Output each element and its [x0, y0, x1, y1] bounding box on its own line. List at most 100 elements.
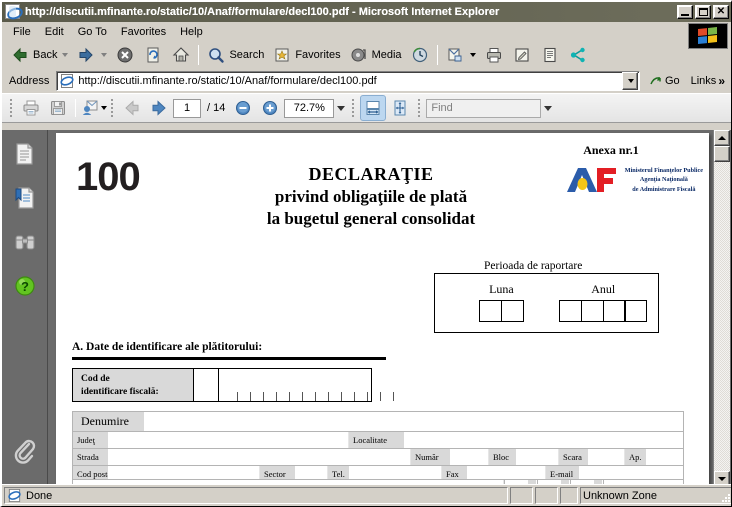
messenger-button[interactable] — [564, 44, 592, 66]
forward-arrow-icon — [76, 45, 96, 65]
ie-window: http://discutii.mfinante.ro/static/10/An… — [0, 0, 732, 507]
form-number: 100 — [76, 155, 141, 199]
address-field[interactable] — [56, 71, 640, 91]
edit-button[interactable] — [508, 44, 536, 66]
address-input[interactable] — [78, 75, 622, 87]
go-button[interactable]: Go — [643, 74, 685, 89]
links-chevron-icon[interactable]: » — [718, 74, 725, 88]
home-button[interactable] — [167, 44, 195, 66]
help-tab[interactable]: ? — [12, 274, 38, 300]
scrollbar-track[interactable] — [714, 146, 730, 471]
vertical-scrollbar[interactable] — [713, 130, 730, 487]
anaf-logo: Ministerul Finanţelor Publice Agenţia Na… — [566, 165, 703, 195]
pdf-save-button[interactable] — [45, 95, 71, 121]
pdf-email-button[interactable] — [80, 95, 107, 121]
resize-grip[interactable] — [718, 490, 730, 502]
month-cell[interactable] — [500, 300, 524, 322]
year-cell[interactable] — [602, 300, 626, 322]
security-zone-pane[interactable]: Unknown Zone — [580, 487, 731, 504]
menu-edit[interactable]: Edit — [38, 24, 71, 40]
svg-text:?: ? — [21, 279, 29, 294]
pdf-find-dropdown-button[interactable] — [542, 99, 554, 118]
cif-label-line-2: identificare fiscală: — [81, 386, 159, 397]
cif-field[interactable]: Cod de identificare fiscală: — [72, 368, 394, 402]
menu-help[interactable]: Help — [173, 24, 210, 40]
maximize-button[interactable] — [695, 5, 711, 19]
pdf-previous-page-button[interactable] — [119, 95, 145, 121]
attachments-tab[interactable] — [12, 439, 38, 465]
discuss-page-icon — [540, 45, 560, 65]
back-button[interactable]: Back — [6, 44, 72, 66]
toolbar-grip-3[interactable] — [351, 98, 356, 118]
cif-label: Cod de identificare fiscală: — [73, 369, 193, 401]
pdf-page-area[interactable]: 100 DECLARAŢIE privind obligaţiile de pl… — [48, 130, 731, 487]
forward-button[interactable] — [72, 44, 111, 66]
year-cell[interactable] — [559, 300, 582, 322]
judet-input[interactable] — [109, 432, 349, 448]
forward-dropdown-icon[interactable] — [101, 53, 108, 57]
numar-input[interactable] — [451, 449, 489, 465]
media-button[interactable]: Media — [345, 44, 406, 66]
favorites-button[interactable]: Favorites — [268, 44, 344, 66]
pdf-email-dropdown-icon[interactable] — [100, 106, 107, 110]
pdf-find-input[interactable]: Find — [426, 98, 542, 118]
bookmarks-tab[interactable] — [12, 186, 38, 212]
refresh-button[interactable] — [139, 44, 167, 66]
month-cells[interactable] — [479, 300, 524, 322]
green-question-help-icon: ? — [14, 275, 36, 300]
year-cells[interactable] — [559, 300, 648, 322]
back-dropdown-icon[interactable] — [62, 53, 69, 57]
media-icon — [349, 45, 369, 65]
bloc-input[interactable] — [517, 449, 559, 465]
address-dropdown-button[interactable] — [621, 72, 638, 90]
menu-favorites[interactable]: Favorites — [114, 24, 173, 40]
localitate-input[interactable] — [405, 432, 683, 448]
search-tab[interactable] — [12, 230, 38, 256]
mail-dropdown-icon[interactable] — [469, 53, 476, 57]
year-cell[interactable] — [580, 300, 604, 322]
cif-prefix-input[interactable] — [193, 369, 219, 401]
year-cell[interactable] — [624, 300, 648, 322]
scroll-up-button[interactable] — [714, 130, 730, 146]
scrollbar-thumb[interactable] — [714, 146, 730, 162]
month-cell[interactable] — [479, 300, 502, 322]
pdf-fit-width-button[interactable] — [360, 95, 387, 121]
search-button[interactable]: Search — [202, 44, 268, 66]
pdf-print-button[interactable] — [18, 95, 44, 121]
pdf-zoom-in-button[interactable] — [257, 95, 283, 121]
pdf-zoom-dropdown-button[interactable] — [335, 99, 347, 118]
pdf-zoom-out-button[interactable] — [230, 95, 256, 121]
pdf-page-total: / 14 — [207, 102, 226, 114]
cif-digits-input[interactable] — [219, 369, 394, 401]
toolbar-grip[interactable] — [9, 98, 14, 118]
home-icon — [171, 45, 191, 65]
title-bar: http://discutii.mfinante.ro/static/10/An… — [2, 2, 731, 22]
pages-tab[interactable] — [12, 142, 38, 168]
menu-go-to[interactable]: Go To — [71, 24, 114, 40]
pdf-viewer: ? 100 DECLARAŢIE privind obligaţiile de … — [2, 130, 731, 487]
floppy-save-icon — [48, 98, 68, 118]
discuss-button[interactable] — [536, 44, 564, 66]
scara-label: Scara — [559, 449, 589, 465]
pdf-zoom-value[interactable]: 72.7% — [284, 98, 335, 118]
anaf-logo-text: Ministerul Finanţelor Publice Agenţia Na… — [625, 166, 703, 194]
toolbar-grip-4[interactable] — [417, 98, 422, 118]
toolbar-grip-2[interactable] — [110, 98, 115, 118]
stop-button[interactable] — [111, 44, 139, 66]
windows-flag-icon — [688, 23, 728, 49]
menu-file[interactable]: File — [6, 24, 38, 40]
close-button[interactable]: ✕ — [713, 5, 729, 19]
denumire-input[interactable] — [145, 412, 683, 431]
print-button[interactable] — [480, 44, 508, 66]
strada-input[interactable] — [109, 449, 411, 465]
mail-button[interactable] — [441, 44, 480, 66]
month-group: Luna — [479, 282, 524, 322]
minimize-button[interactable] — [677, 5, 693, 19]
history-button[interactable] — [406, 44, 434, 66]
links-button[interactable]: Links » — [688, 74, 728, 88]
pdf-next-page-button[interactable] — [146, 95, 172, 121]
scara-input[interactable] — [589, 449, 625, 465]
pdf-page-number-input[interactable]: 1 — [173, 98, 201, 118]
pdf-fit-page-button[interactable] — [387, 95, 413, 121]
ap-input[interactable] — [647, 449, 683, 465]
